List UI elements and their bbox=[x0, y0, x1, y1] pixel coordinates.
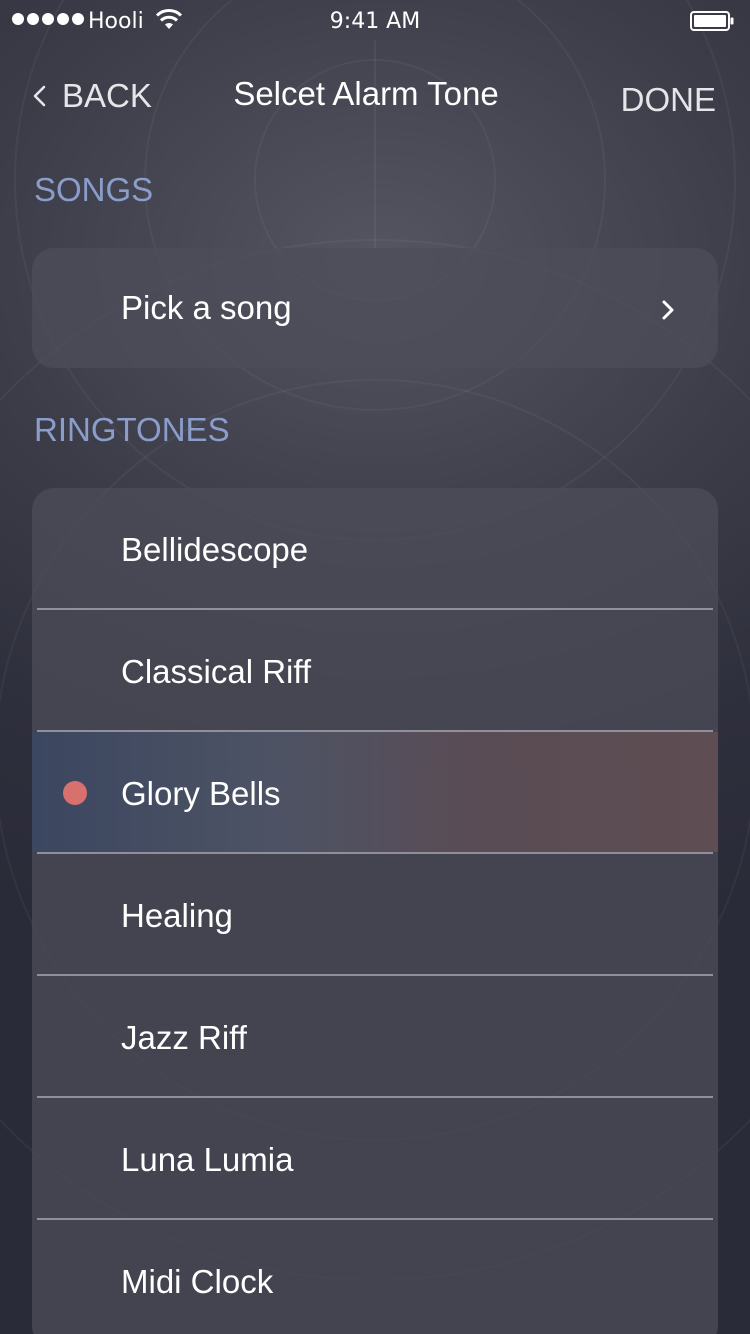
ringtone-label: Midi Clock bbox=[121, 1263, 274, 1300]
status-time: 9:41 AM bbox=[329, 9, 421, 34]
ringtone-row-midi-clock[interactable]: Midi Clock bbox=[32, 1220, 718, 1334]
ringtone-label: Jazz Riff bbox=[121, 1019, 247, 1056]
ringtones-section-header: RINGTONES bbox=[34, 411, 230, 448]
ringtone-label: Glory Bells bbox=[121, 775, 281, 812]
battery-icon bbox=[690, 11, 734, 31]
ringtone-label: Luna Lumia bbox=[121, 1141, 294, 1178]
songs-section-header: SONGS bbox=[34, 171, 154, 208]
ringtone-list: Bellidescope Classical Riff Glory Bells … bbox=[32, 488, 718, 1334]
ringtone-label: Bellidescope bbox=[121, 531, 309, 568]
pick-song-label: Pick a song bbox=[121, 289, 292, 326]
ringtone-label: Classical Riff bbox=[121, 653, 312, 690]
ringtone-label: Healing bbox=[121, 897, 233, 934]
done-button[interactable]: DONE bbox=[621, 78, 716, 122]
chevron-right-icon bbox=[662, 300, 674, 320]
ringtone-row-glory-bells[interactable]: Glory Bells bbox=[32, 732, 718, 852]
selected-indicator-dot bbox=[63, 781, 87, 805]
ringtone-row-classical-riff[interactable]: Classical Riff bbox=[32, 610, 718, 730]
pick-song-row[interactable]: Pick a song bbox=[32, 248, 718, 368]
ringtone-row-luna-lumia[interactable]: Luna Lumia bbox=[32, 1098, 718, 1218]
ringtone-row-jazz-riff[interactable]: Jazz Riff bbox=[32, 976, 718, 1096]
ringtone-row-healing[interactable]: Healing bbox=[32, 854, 718, 974]
status-bar: Hooli 9:41 AM bbox=[0, 0, 750, 44]
ringtone-row-bellidescope[interactable]: Bellidescope bbox=[32, 488, 718, 608]
